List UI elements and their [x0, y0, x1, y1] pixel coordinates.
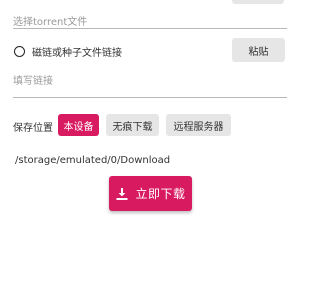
top-partial-button[interactable] [232, 0, 284, 4]
save-option-incognito-download[interactable]: 无痕下载 [106, 114, 159, 136]
download-now-label: 立即下载 [135, 187, 186, 201]
download-icon [115, 187, 129, 201]
download-now-button[interactable]: 立即下载 [109, 176, 192, 211]
magnet-radio-row[interactable]: 磁链或种子文件链接 [14, 43, 234, 59]
magnet-radio-label: 磁链或种子文件链接 [32, 47, 122, 59]
save-location-label: 保存位置 [13, 123, 53, 134]
download-path: /storage/emulated/0/Download [15, 155, 171, 166]
save-option-remote-server[interactable]: 远程服务器 [166, 114, 231, 136]
link-input-hint[interactable]: 填写链接 [13, 72, 53, 87]
torrent-file-hint[interactable]: 选择torrent文件 [13, 13, 87, 28]
magnet-radio[interactable] [14, 45, 25, 57]
paste-button[interactable]: 粘贴 [232, 38, 285, 62]
link-input-underline [13, 97, 287, 98]
torrent-field-underline [13, 28, 287, 29]
save-option-local-device[interactable]: 本设备 [58, 114, 99, 136]
